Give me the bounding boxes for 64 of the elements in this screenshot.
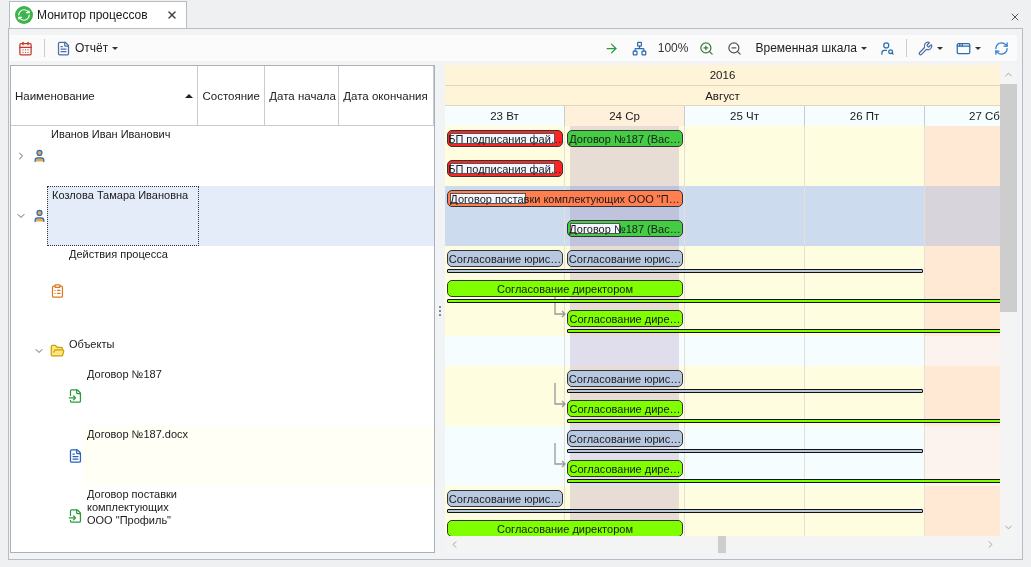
column-header[interactable]: Дата окончания (339, 66, 434, 125)
window-icon (956, 40, 971, 56)
task-bar[interactable]: Согласование директором (447, 520, 683, 536)
refresh-icon (994, 40, 1009, 56)
task-bar[interactable]: Согласование дире… (567, 400, 683, 417)
calendar-icon (18, 40, 33, 56)
menu-button[interactable]: Временная шкала (753, 37, 869, 59)
scroll-thumb[interactable] (718, 536, 726, 553)
task-bar[interactable]: Согласование юрис… (567, 430, 683, 447)
document-icon (68, 508, 83, 524)
person-icon (32, 208, 47, 224)
year-header: 2016 (445, 65, 1000, 86)
column-header[interactable]: Состояние (198, 66, 266, 125)
tab-title: Монитор процессов (37, 8, 148, 22)
task-bar[interactable]: Согласование юрис… (567, 250, 683, 267)
node-name: Действия процесса (68, 247, 169, 262)
close-icon[interactable] (165, 9, 178, 21)
splitter-handle[interactable] (439, 306, 441, 318)
caret-icon (937, 46, 943, 50)
node-name: Договор поставки комплектующих ООО "Профиль" (86, 487, 178, 528)
day-header: 27 Сб (925, 106, 1000, 126)
node-name: Договор №187 (86, 367, 163, 382)
task-label: Согласование директором (496, 282, 634, 295)
node-name: Объекты (68, 337, 116, 352)
tree-row[interactable]: Козлова Тамара Ивановна (11, 186, 434, 246)
wrench-icon (918, 40, 933, 56)
person-icon (32, 148, 47, 164)
monitor-icon (15, 6, 33, 24)
scroll-thumb[interactable] (1000, 84, 1017, 312)
task-bar[interactable]: Договор №187 (Вас… (567, 130, 683, 147)
day-header: 26 Пт (805, 106, 925, 126)
clipboard-icon (50, 283, 65, 299)
day-header: 23 Вт (445, 106, 565, 126)
task-bar[interactable]: Согласование юрис… (567, 370, 683, 387)
task-bar[interactable]: Согласование директором (447, 280, 683, 297)
task-bar[interactable]: Согласование юрис… (447, 490, 563, 507)
tab[interactable]: Монитор процессов (9, 1, 187, 28)
zoom-out-icon (727, 40, 743, 56)
caret-icon (861, 46, 867, 50)
hierarchy-icon (631, 40, 647, 56)
month-header: Август (445, 86, 1000, 106)
node-name: Иванов Иван Иванович (50, 127, 172, 142)
folder-icon (50, 343, 65, 359)
day-header: 25 Чт (685, 106, 805, 126)
document-icon (68, 388, 83, 404)
tree-row[interactable]: Договор №187.docx (11, 426, 434, 486)
word-document-icon (68, 448, 83, 464)
task-label: Согласование директором (496, 522, 634, 535)
zoom-in-icon (699, 40, 715, 56)
arrow-icon (603, 40, 619, 56)
node-name: Договор №187.docx (86, 427, 190, 442)
caret-icon (975, 46, 981, 50)
report-icon (56, 40, 71, 56)
user-search-icon (880, 40, 895, 56)
task-bar[interactable]: Согласование дире… (567, 310, 683, 327)
column-header[interactable]: Наименование (11, 66, 199, 125)
zoom-level: 100% (657, 41, 689, 55)
close-icon[interactable] (1009, 11, 1021, 23)
menu-button[interactable]: Отчёт (54, 37, 121, 59)
task-bar[interactable]: Согласование дире… (567, 460, 683, 477)
day-header: 24 Ср (565, 106, 685, 126)
column-header[interactable]: Дата начала (265, 66, 340, 125)
caret-icon (112, 46, 119, 50)
task-bar[interactable]: Согласование юрис… (447, 250, 563, 267)
